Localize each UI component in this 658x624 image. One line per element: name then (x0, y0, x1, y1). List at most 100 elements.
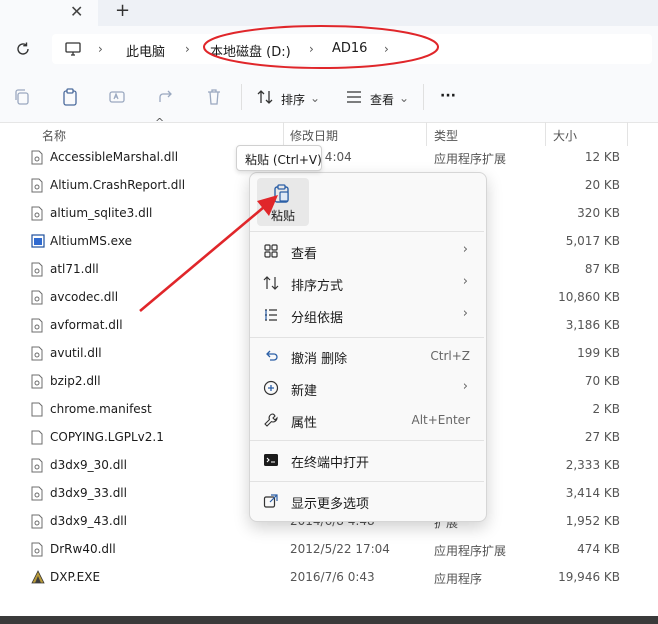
menu-item-properties[interactable]: 属性 Alt+Enter (250, 405, 484, 435)
toolbar-divider (241, 84, 242, 110)
file-size: 3,186 KB (565, 318, 620, 332)
column-header-type[interactable]: 类型 (434, 127, 458, 144)
annotation-arrow (139, 195, 278, 312)
menu-item-label: 属性 (291, 416, 318, 431)
menu-item-new[interactable]: 新建 › (250, 373, 484, 403)
rename-icon[interactable] (108, 88, 126, 106)
refresh-icon[interactable] (14, 40, 32, 58)
copy-icon[interactable] (13, 88, 31, 106)
file-name: bzip2.dll (50, 374, 101, 388)
tooltip-text: 粘贴 (Ctrl+V) (245, 153, 322, 167)
file-dll-icon (31, 486, 43, 501)
file-dxp-icon (31, 570, 45, 585)
file-doc-icon (31, 402, 43, 417)
file-name: d3dx9_43.dll (50, 514, 127, 528)
file-type: 应用程序扩展 (434, 544, 507, 558)
menu-divider (250, 440, 484, 441)
file-row[interactable]: DXP.EXE 2016/7/6 0:43 应用程序 19,946 KB (0, 564, 658, 592)
chevron-down-icon: ⌄ (310, 91, 321, 105)
file-dll-icon (31, 178, 43, 193)
menu-item-shortcut: Ctrl+Z (430, 349, 470, 363)
file-dll-icon (31, 206, 43, 221)
column-header-size[interactable]: 大小 (553, 127, 577, 144)
file-name: DXP.EXE (50, 570, 101, 584)
menu-item-open-terminal[interactable]: 在终端中打开 (250, 445, 484, 475)
file-size: 1,952 KB (565, 514, 620, 528)
view-button[interactable]: 查看 (370, 91, 394, 108)
file-date: 2012/5/22 17:04 (290, 542, 390, 556)
menu-item-label: 新建 (291, 384, 318, 399)
column-divider[interactable] (426, 122, 427, 146)
file-size: 10,860 KB (558, 290, 620, 304)
command-bar (0, 74, 658, 123)
terminal-icon (263, 452, 279, 468)
chevron-right-icon: › (98, 42, 103, 56)
chevron-right-icon: › (462, 242, 468, 257)
column-header-name[interactable]: 名称 (42, 127, 66, 144)
menu-item-label: 排序方式 (291, 279, 344, 294)
file-name: avutil.dll (50, 346, 102, 360)
menu-item-undo-delete[interactable]: 撤消 删除 Ctrl+Z (250, 341, 484, 371)
column-divider[interactable] (283, 122, 284, 146)
menu-item-shortcut: Alt+Enter (411, 413, 470, 427)
toolbar-divider (423, 84, 424, 110)
file-dll-icon (31, 290, 43, 305)
paste-tooltip: 粘贴 (Ctrl+V) (236, 145, 322, 171)
new-tab-icon[interactable]: + (115, 0, 130, 21)
sort-up-icon: ^ (155, 116, 165, 129)
undo-icon (263, 348, 279, 364)
breadcrumb-this-pc[interactable]: 此电脑 (126, 41, 165, 60)
paste-icon[interactable] (61, 88, 79, 106)
menu-item-label: 查看 (291, 247, 318, 262)
file-name: avformat.dll (50, 318, 123, 332)
file-size: 3,414 KB (565, 486, 620, 500)
more-options-icon (263, 493, 279, 509)
file-size: 87 KB (584, 262, 620, 276)
file-date: 2016/7/6 0:43 (290, 570, 375, 584)
sort-icon[interactable] (256, 88, 274, 106)
menu-item-show-more-options[interactable]: 显示更多选项 (250, 486, 484, 516)
file-size: 12 KB (584, 150, 620, 164)
menu-divider (250, 337, 484, 338)
menu-item-label: 在终端中打开 (291, 456, 370, 471)
column-divider[interactable] (627, 122, 628, 146)
file-name: avcodec.dll (50, 290, 119, 304)
column-header-date[interactable]: 修改日期 (290, 127, 338, 144)
file-size: 70 KB (584, 374, 620, 388)
menu-item-label: 分组依据 (291, 311, 344, 326)
share-icon[interactable] (157, 88, 175, 106)
file-dll-icon (31, 374, 43, 389)
properties-icon (263, 412, 279, 428)
file-dll-icon (31, 458, 43, 473)
more-options-button[interactable]: ··· (440, 88, 456, 104)
chevron-right-icon: › (462, 379, 468, 394)
file-dll-icon (31, 542, 43, 557)
view-icon[interactable] (345, 88, 363, 106)
file-row[interactable]: DrRw40.dll 2012/5/22 17:04 应用程序扩展 474 KB (0, 536, 658, 564)
file-dll-icon (31, 262, 43, 277)
file-name: AltiumMS.exe (50, 234, 132, 248)
close-tab-icon[interactable]: ✕ (70, 2, 83, 21)
file-row[interactable]: AccessibleMarshal.dll7/8/8 4:04应用程序扩展12 … (0, 144, 658, 172)
computer-icon (65, 42, 81, 56)
file-size: 199 KB (577, 346, 620, 360)
file-dll-icon (31, 150, 43, 165)
file-dll-icon (31, 318, 43, 333)
file-size: 474 KB (577, 542, 620, 556)
chevron-down-icon: ⌄ (399, 91, 410, 105)
file-name: AccessibleMarshal.dll (50, 150, 179, 164)
file-name: d3dx9_30.dll (50, 458, 127, 472)
column-divider[interactable] (545, 122, 546, 146)
file-dll-icon (31, 346, 43, 361)
sort-button[interactable]: 排序 (281, 91, 305, 108)
delete-icon[interactable] (205, 88, 223, 106)
file-doc-icon (31, 430, 43, 445)
file-name: COPYING.LGPLv2.1 (50, 430, 164, 444)
new-icon (263, 380, 279, 396)
menu-item-label: 显示更多选项 (291, 497, 370, 512)
file-exe-icon (31, 234, 45, 249)
chevron-right-icon: › (462, 306, 468, 321)
file-size: 27 KB (584, 430, 620, 444)
file-name: DrRw40.dll (50, 542, 116, 556)
menu-item-label: 撤消 删除 (291, 352, 348, 367)
